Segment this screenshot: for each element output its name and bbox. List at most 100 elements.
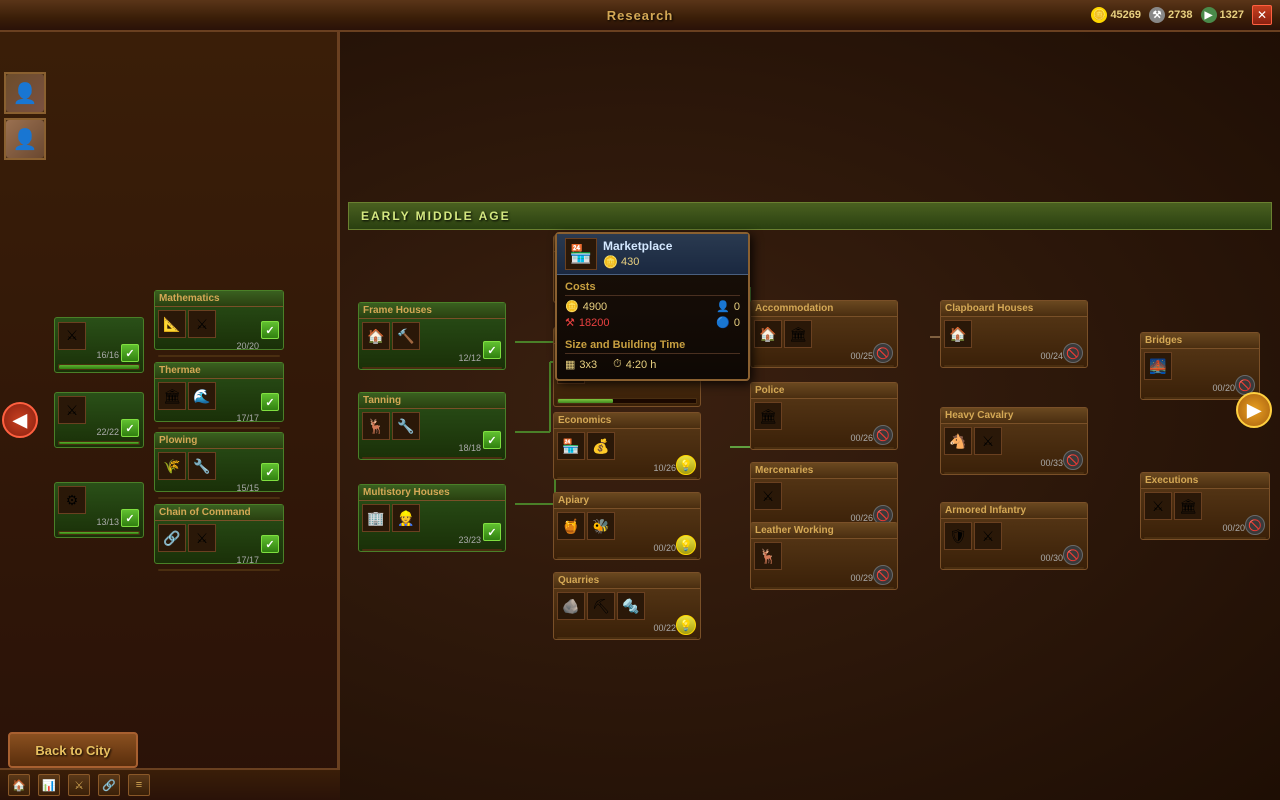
tech-header-police: Police (751, 383, 897, 399)
tech-node-mathematics[interactable]: Mathematics 📐 ⚔ 20/20 ✓ (154, 290, 284, 350)
back-to-city-button[interactable]: Back to City (8, 732, 138, 768)
tech-header-tanning: Tanning (359, 393, 505, 409)
tech-node-quarries[interactable]: Quarries 🪨 ⛏ 🔩 00/22 💡 (553, 572, 701, 640)
tech-progress-bar-police (754, 447, 894, 449)
tech-check-multi: ✓ (483, 523, 501, 541)
tech-icon-clap-1: 🏠 (944, 320, 972, 348)
tech-progress-label-thermae: 17/17 (155, 413, 283, 423)
age-title: EARLY MIDDLE AGE (361, 209, 511, 223)
marketplace-tooltip: 🏪 Marketplace 🪙 430 Costs 🪙 4900 👤 0 (555, 232, 750, 381)
tech-node-plowing[interactable]: Plowing 🌾 🔧 15/15 ✓ (154, 432, 284, 492)
tooltip-building-icon: 🏪 (565, 238, 597, 270)
tech-progress-bar-chain (158, 569, 280, 571)
tech-node-accommodation[interactable]: Accommodation 🏠 🏛 00/25 🚫 (750, 300, 898, 368)
tech-progress-label-plowing: 15/15 (155, 483, 283, 493)
tech-progress-bar-frame (362, 367, 502, 369)
no-btn-police: 🚫 (873, 425, 893, 445)
tech-progress-label-chain: 17/17 (155, 555, 283, 565)
toolbar-btn-sword[interactable]: ⚔ (68, 774, 90, 796)
tech-header-clapboard: Clapboard Houses (941, 301, 1087, 317)
tech-progress-bar-econ (557, 477, 697, 479)
tech-icon-hcav-1: 🐴 (944, 427, 972, 455)
toolbar-btn-list[interactable]: ≡ (128, 774, 150, 796)
no-btn-armor: 🚫 (1063, 545, 1083, 565)
toolbar-btn-home[interactable]: 🏠 (8, 774, 30, 796)
tech-header-exec: Executions (1141, 473, 1269, 489)
tech-icon-econ-1: 🏪 (557, 432, 585, 460)
tech-check-frame: ✓ (483, 341, 501, 359)
tech-icon-plowing-2: 🔧 (188, 452, 216, 480)
tech-progress-bar-armor (944, 567, 1084, 569)
tech-icon-bridge-1: 🌉 (1144, 352, 1172, 380)
tech-icon-hcav-2: ⚔ (974, 427, 1002, 455)
tech-icon-math-1: 📐 (158, 310, 186, 338)
tech-icon-multi-2: 👷 (392, 504, 420, 532)
tech-header-mercenaries: Mercenaries (751, 463, 897, 479)
tech-check-left-mid: ✓ (121, 419, 139, 437)
age-header: EARLY MIDDLE AGE (348, 202, 1272, 230)
tech-progress-bar-multi (362, 549, 502, 551)
research-area: EARLY MIDDLE AGE Frame Houses (340, 32, 1280, 800)
toolbar-btn-link[interactable]: 🔗 (98, 774, 120, 796)
tech-header-plowing: Plowing (155, 433, 283, 449)
top-bar: Research 🪙 45269 ⚒ 2738 ▶ 1327 ✕ (0, 0, 1280, 32)
tech-node-multistory[interactable]: Multistory Houses 🏢 👷 23/23 ✓ (358, 484, 506, 552)
tech-node-left-bot[interactable]: ⚙ 13/13 ✓ (54, 482, 144, 538)
tech-node-leather-working[interactable]: Leather Working 🦌 00/29 🚫 (750, 522, 898, 590)
sword-icon: ⚒ (1149, 7, 1165, 23)
resources-bar: 🪙 45269 ⚒ 2738 ▶ 1327 ✕ (1091, 5, 1272, 25)
tech-progress-bar-math (158, 355, 280, 357)
no-btn-leather: 🚫 (873, 565, 893, 585)
tech-node-economics[interactable]: Economics 🏪 💰 10/26 💡 (553, 412, 701, 480)
tooltip-size-value: 3x3 (579, 359, 597, 371)
avatar-1[interactable]: 👤 (4, 72, 46, 114)
tech-node-frame-houses[interactable]: Frame Houses 🏠 🔨 12/12 ✓ (358, 302, 506, 370)
close-button[interactable]: ✕ (1252, 5, 1272, 25)
tech-node-tanning[interactable]: Tanning 🦌 🔧 18/18 ✓ (358, 392, 506, 460)
tech-icon-left-top: ⚔ (58, 322, 86, 350)
avatar-2[interactable]: 👤 (4, 118, 46, 160)
tech-node-bridges[interactable]: Bridges 🌉 00/20 🚫 (1140, 332, 1260, 400)
tech-header-mathematics: Mathematics (155, 291, 283, 307)
page-title: Research (607, 8, 674, 23)
tech-node-left-mid[interactable]: ⚔ 22/22 ✓ (54, 392, 144, 448)
tech-progress-label-math: 20/20 (155, 341, 283, 351)
tech-header-quarries: Quarries (554, 573, 700, 589)
bulb-btn-quarries[interactable]: 💡 (676, 615, 696, 635)
tech-icon-apiary-1: 🍯 (557, 512, 585, 540)
tech-header-economics: Economics (554, 413, 700, 429)
pop-value: 1327 (1220, 9, 1244, 21)
tech-node-police[interactable]: Police 🏛 00/26 🚫 (750, 382, 898, 450)
tech-node-mercenaries[interactable]: Mercenaries ⚔ 00/26 🚫 (750, 462, 898, 530)
tech-check-left-bot: ✓ (121, 509, 139, 527)
tooltip-res2-pop: 0 (734, 317, 740, 329)
tech-check-chain: ✓ (261, 535, 279, 553)
tech-node-thermae[interactable]: Thermae 🏛 🌊 17/17 ✓ (154, 362, 284, 422)
tech-icon-exec-1: ⚔ (1144, 492, 1172, 520)
tech-node-armored-infantry[interactable]: Armored Infantry 🛡 ⚔ 00/30 🚫 (940, 502, 1088, 570)
nav-left-arrow[interactable]: ◀ (2, 402, 38, 438)
tech-node-left-top[interactable]: ⚔ 16/16 ✓ (54, 317, 144, 373)
tech-node-heavy-cavalry[interactable]: Heavy Cavalry 🐴 ⚔ 00/33 🚫 (940, 407, 1088, 475)
tech-header-apiary: Apiary (554, 493, 700, 509)
tooltip-res1-pop: 0 (734, 301, 740, 313)
nav-right-arrow[interactable]: ▶ (1236, 392, 1272, 428)
tech-check-math: ✓ (261, 321, 279, 339)
tech-node-clapboard[interactable]: Clapboard Houses 🏠 00/24 🚫 (940, 300, 1088, 368)
tech-header-armor: Armored Infantry (941, 503, 1087, 519)
tech-icon-armor-2: ⚔ (974, 522, 1002, 550)
tech-icon-apiary-2: 🐝 (587, 512, 615, 540)
tech-node-apiary[interactable]: Apiary 🍯 🐝 00/20 💡 (553, 492, 701, 560)
tech-node-chain-of-command[interactable]: Chain of Command 🔗 ⚔ 17/17 ✓ (154, 504, 284, 564)
bulb-btn-econ[interactable]: 💡 (676, 455, 696, 475)
tech-icon-plowing-1: 🌾 (158, 452, 186, 480)
tech-icon-accom-2: 🏛 (784, 320, 812, 348)
tech-progress-bar-exec (1144, 537, 1266, 539)
tooltip-time-value: 4:20 h (626, 359, 657, 371)
tooltip-cost-row-1: 🪙 4900 👤 0 (565, 300, 740, 313)
bulb-btn-apiary[interactable]: 💡 (676, 535, 696, 555)
tech-check-tanning: ✓ (483, 431, 501, 449)
tech-node-executions[interactable]: Executions ⚔ 🏛 00/20 🚫 (1140, 472, 1270, 540)
toolbar-btn-chart[interactable]: 📊 (38, 774, 60, 796)
tech-icon-math-2: ⚔ (188, 310, 216, 338)
